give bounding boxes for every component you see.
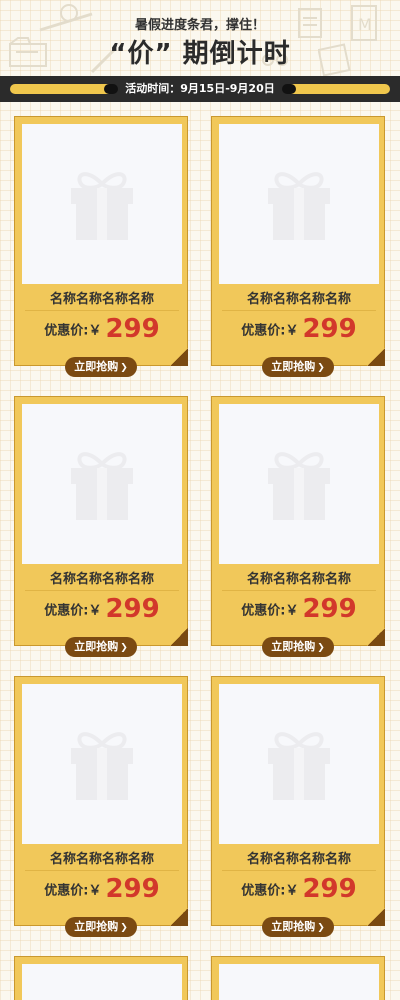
buy-now-label: 立即抢购 — [271, 920, 316, 933]
buy-now-button[interactable]: 立即抢购 ❯ — [262, 357, 334, 377]
product-card[interactable]: 名称名称名称名称 优惠价:￥ 299 — [211, 396, 385, 646]
gift-icon — [71, 172, 133, 240]
buy-now-button[interactable]: 立即抢购 ❯ — [262, 917, 334, 937]
buy-now-button[interactable]: 立即抢购 ❯ — [262, 637, 334, 657]
price-label: 优惠价:￥ — [44, 603, 102, 619]
product-card[interactable]: 名称名称名称名称 优惠价:￥ 299 — [14, 116, 188, 366]
product-name: 名称名称名称名称 — [49, 292, 154, 307]
gift-icon — [268, 172, 330, 240]
product-image[interactable] — [22, 124, 182, 284]
price-label: 优惠价:￥ — [44, 883, 102, 899]
price-value: 299 — [302, 594, 357, 624]
price-value: 299 — [105, 314, 160, 344]
price-value: 299 — [105, 594, 160, 624]
price-value: 299 — [302, 874, 357, 904]
price-row: 优惠价:￥ 299 — [15, 594, 189, 628]
gift-icon — [71, 452, 133, 520]
chevron-right-icon: ❯ — [120, 363, 128, 373]
card-divider — [25, 870, 179, 871]
activity-time-bar: 活动时间：9月15日-9月20日 — [0, 76, 400, 102]
card-divider — [25, 590, 179, 591]
product-image[interactable] — [219, 124, 379, 284]
product-card[interactable]: 名称名称名称名称 优惠价:￥ 299 — [211, 676, 385, 926]
buy-now-button[interactable]: 立即抢购 ❯ — [65, 917, 137, 937]
price-label: 优惠价:￥ — [241, 603, 299, 619]
page-title: “价” 期倒计时 — [109, 39, 291, 69]
corner-fold — [170, 908, 188, 926]
buy-now-label: 立即抢购 — [74, 360, 119, 373]
activity-time-text: 活动时间：9月15日-9月20日 — [125, 82, 275, 95]
price-label: 优惠价:￥ — [241, 323, 299, 339]
card-divider — [222, 870, 376, 871]
page-header: M 暑假进度条君，撑住！ “价” 期倒计时 — [0, 0, 400, 76]
chevron-right-icon: ❯ — [120, 923, 128, 933]
price-label: 优惠价:￥ — [241, 883, 299, 899]
buy-now-label: 立即抢购 — [74, 920, 119, 933]
chevron-right-icon: ❯ — [317, 643, 325, 653]
product-card[interactable]: 名称名称名称名称 优惠价:￥ 299 — [211, 116, 385, 366]
product-name: 名称名称名称名称 — [246, 852, 351, 867]
corner-fold — [367, 628, 385, 646]
price-row: 优惠价:￥ 299 — [15, 314, 189, 348]
product-card[interactable]: 名称名称名称名称 优惠价:￥ 299 — [14, 676, 188, 926]
gift-icon — [268, 452, 330, 520]
card-divider — [222, 590, 376, 591]
price-row: 优惠价:￥ 299 — [15, 874, 189, 908]
price-value: 299 — [105, 874, 160, 904]
header-subtitle: 暑假进度条君，撑住！ — [134, 18, 265, 33]
chevron-right-icon: ❯ — [317, 363, 325, 373]
product-name: 名称名称名称名称 — [49, 852, 154, 867]
product-name: 名称名称名称名称 — [49, 572, 154, 587]
price-row: 优惠价:￥ 299 — [212, 594, 386, 628]
buy-now-label: 立即抢购 — [271, 360, 316, 373]
price-row: 优惠价:￥ 299 — [212, 314, 386, 348]
product-image[interactable] — [22, 404, 182, 564]
chevron-right-icon: ❯ — [317, 923, 325, 933]
product-name: 名称名称名称名称 — [246, 572, 351, 587]
product-image[interactable] — [22, 964, 182, 1000]
product-card-partial[interactable] — [211, 956, 385, 1000]
card-divider — [222, 310, 376, 311]
product-image[interactable] — [219, 684, 379, 844]
gift-icon — [71, 732, 133, 800]
product-image[interactable] — [219, 404, 379, 564]
product-image[interactable] — [22, 684, 182, 844]
card-divider — [25, 310, 179, 311]
corner-fold — [170, 628, 188, 646]
chevron-right-icon: ❯ — [120, 643, 128, 653]
gift-icon — [268, 732, 330, 800]
product-image[interactable] — [219, 964, 379, 1000]
buy-now-label: 立即抢购 — [74, 640, 119, 653]
corner-fold — [170, 348, 188, 366]
price-value: 299 — [302, 314, 357, 344]
price-row: 优惠价:￥ 299 — [212, 874, 386, 908]
product-card[interactable]: 名称名称名称名称 优惠价:￥ 299 — [14, 396, 188, 646]
price-label: 优惠价:￥ — [44, 323, 102, 339]
product-name: 名称名称名称名称 — [246, 292, 351, 307]
corner-fold — [367, 908, 385, 926]
corner-fold — [367, 348, 385, 366]
buy-now-label: 立即抢购 — [271, 640, 316, 653]
product-card-partial[interactable] — [14, 956, 188, 1000]
buy-now-button[interactable]: 立即抢购 ❯ — [65, 637, 137, 657]
buy-now-button[interactable]: 立即抢购 ❯ — [65, 357, 137, 377]
